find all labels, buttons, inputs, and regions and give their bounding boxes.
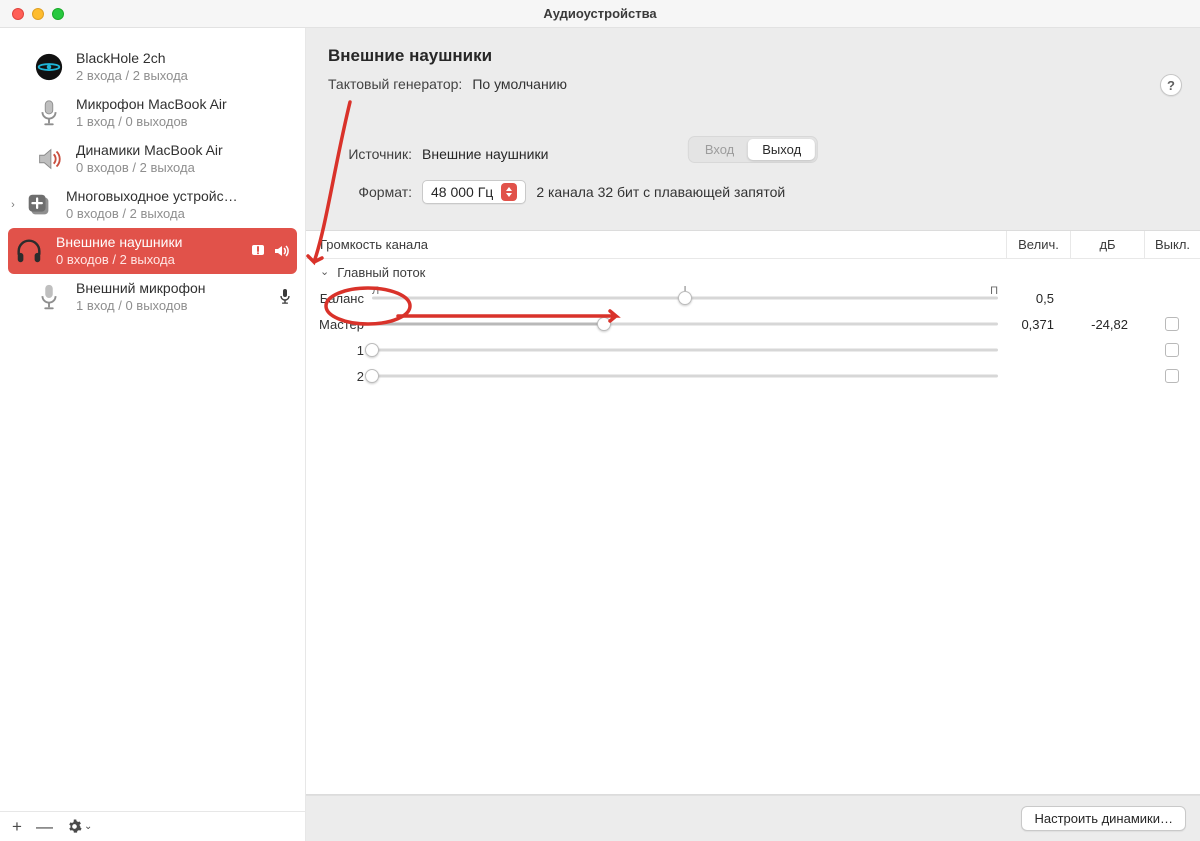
add-device-button[interactable]: + — [12, 818, 22, 835]
device-sidebar: BlackHole 2ch 2 входа / 2 выхода Микрофо… — [0, 28, 306, 841]
device-macbook-speakers[interactable]: Динамики MacBook Air 0 входов / 2 выхода — [0, 136, 305, 182]
device-name: Внешние наушники — [56, 234, 182, 252]
device-name: Динамики MacBook Air — [76, 142, 223, 160]
microphone-icon — [32, 96, 66, 130]
device-macbook-mic[interactable]: Микрофон MacBook Air 1 вход / 0 выходов — [0, 90, 305, 136]
device-name: BlackHole 2ch — [76, 50, 188, 68]
remove-device-button[interactable]: — — [36, 818, 53, 835]
device-sub: 1 вход / 0 выходов — [76, 298, 206, 314]
aggregate-device-icon — [22, 188, 56, 222]
device-sub: 1 вход / 0 выходов — [76, 114, 227, 130]
settings-menu-button[interactable]: ⌄ — [67, 819, 92, 834]
sound-output-icon — [273, 243, 289, 259]
device-detail-panel: Внешние наушники Тактовый генератор: По … — [306, 28, 1200, 841]
device-sub: 0 входов / 2 выхода — [56, 252, 182, 268]
device-blackhole[interactable]: BlackHole 2ch 2 входа / 2 выхода — [0, 44, 305, 90]
blackhole-icon — [32, 50, 66, 84]
device-sub: 0 входов / 2 выхода — [76, 160, 223, 176]
configure-speakers-button[interactable]: Настроить динамики… — [1021, 806, 1186, 831]
window-titlebar: Аудиоустройства — [0, 0, 1200, 28]
alert-icon — [251, 243, 267, 259]
speaker-icon — [32, 142, 66, 176]
device-sub: 0 входов / 2 выхода — [66, 206, 238, 222]
chevron-down-icon: ⌄ — [84, 822, 92, 832]
window-title: Аудиоустройства — [0, 6, 1200, 21]
device-name: Микрофон MacBook Air — [76, 96, 227, 114]
detail-footer: Настроить динамики… — [306, 795, 1200, 841]
headphones-icon — [12, 234, 46, 268]
device-list: BlackHole 2ch 2 входа / 2 выхода Микрофо… — [0, 28, 305, 811]
annotation-overlay — [306, 28, 1196, 428]
device-status-icons — [251, 243, 289, 259]
device-external-mic[interactable]: Внешний микрофон 1 вход / 0 выходов — [0, 274, 305, 320]
default-input-icon — [277, 288, 293, 307]
device-name: Внешний микрофон — [76, 280, 206, 298]
sidebar-toolbar: + — ⌄ — [0, 811, 305, 841]
device-external-headphones[interactable]: Внешние наушники 0 входов / 2 выхода — [8, 228, 297, 274]
disclosure-chevron-icon[interactable]: › — [8, 199, 18, 211]
device-name: Многовыходное устройс… — [66, 188, 238, 206]
device-aggregate[interactable]: › Многовыходное устройс… 0 входов / 2 вы… — [0, 182, 305, 228]
device-sub: 2 входа / 2 выхода — [76, 68, 188, 84]
microphone-icon — [32, 280, 66, 314]
